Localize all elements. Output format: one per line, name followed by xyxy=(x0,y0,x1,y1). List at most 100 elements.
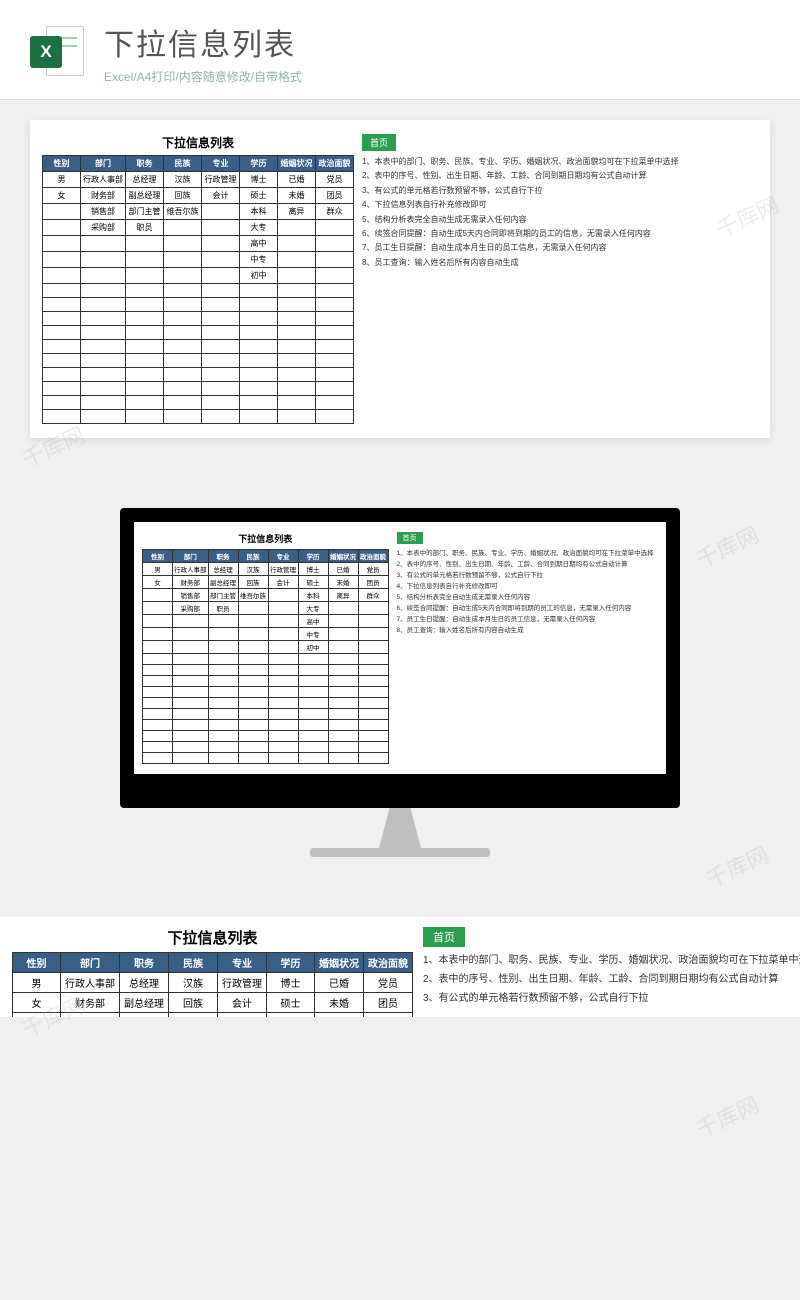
table-cell[interactable]: 大专 xyxy=(298,602,328,615)
home-button[interactable]: 首页 xyxy=(423,927,465,947)
table-cell[interactable] xyxy=(81,354,126,368)
table-cell[interactable] xyxy=(238,615,268,628)
table-cell[interactable] xyxy=(126,326,164,340)
table-cell[interactable] xyxy=(268,731,298,742)
table-cell[interactable]: 会计 xyxy=(202,188,240,204)
table-cell[interactable]: 采购部 xyxy=(173,602,209,615)
table-cell[interactable] xyxy=(81,326,126,340)
table-cell[interactable] xyxy=(278,220,316,236)
table-cell[interactable] xyxy=(143,628,173,641)
table-cell[interactable] xyxy=(298,665,328,676)
table-cell[interactable]: 总经理 xyxy=(208,563,238,576)
table-cell[interactable]: 会计 xyxy=(268,576,298,589)
table-cell[interactable]: 党员 xyxy=(358,563,388,576)
table-cell[interactable] xyxy=(278,284,316,298)
table-cell[interactable] xyxy=(268,742,298,753)
table-cell[interactable] xyxy=(143,654,173,665)
table-cell[interactable] xyxy=(268,589,298,602)
table-cell[interactable]: 群众 xyxy=(358,589,388,602)
table-cell[interactable]: 硕士 xyxy=(240,188,278,204)
table-cell[interactable] xyxy=(143,720,173,731)
table-cell[interactable] xyxy=(143,615,173,628)
table-cell[interactable] xyxy=(240,396,278,410)
table-cell[interactable] xyxy=(43,220,81,236)
table-cell[interactable]: 汉族 xyxy=(164,172,202,188)
table-cell[interactable] xyxy=(316,268,354,284)
table-cell[interactable]: 汉族 xyxy=(238,563,268,576)
table-cell[interactable] xyxy=(358,720,388,731)
table-cell[interactable] xyxy=(43,252,81,268)
table-cell[interactable] xyxy=(328,753,358,764)
table-cell[interactable] xyxy=(328,709,358,720)
table-cell[interactable]: 高中 xyxy=(240,236,278,252)
table-cell[interactable] xyxy=(316,368,354,382)
table-cell[interactable] xyxy=(126,268,164,284)
table-cell[interactable] xyxy=(278,236,316,252)
table-cell[interactable]: 维吾尔族 xyxy=(164,204,202,220)
table-cell[interactable] xyxy=(208,615,238,628)
table-cell[interactable] xyxy=(278,268,316,284)
table-cell[interactable] xyxy=(358,709,388,720)
table-cell[interactable]: 行政管理 xyxy=(202,172,240,188)
table-cell[interactable] xyxy=(208,676,238,687)
table-cell[interactable]: 团员 xyxy=(316,188,354,204)
table-cell[interactable] xyxy=(238,628,268,641)
table-cell[interactable] xyxy=(316,220,354,236)
table-cell[interactable] xyxy=(238,602,268,615)
table-cell[interactable]: 中专 xyxy=(240,252,278,268)
table-cell[interactable] xyxy=(268,641,298,654)
table-cell[interactable] xyxy=(240,284,278,298)
table-cell[interactable] xyxy=(238,641,268,654)
table-cell[interactable]: 女 xyxy=(13,993,61,1013)
table-cell[interactable] xyxy=(316,354,354,368)
table-cell[interactable] xyxy=(143,698,173,709)
table-cell[interactable]: 未婚 xyxy=(328,576,358,589)
table-cell[interactable] xyxy=(143,753,173,764)
table-cell[interactable] xyxy=(278,396,316,410)
table-cell[interactable]: 群众 xyxy=(364,1013,413,1018)
table-cell[interactable] xyxy=(208,753,238,764)
table-cell[interactable]: 离异 xyxy=(315,1013,364,1018)
table-cell[interactable] xyxy=(316,410,354,424)
table-cell[interactable] xyxy=(164,410,202,424)
table-cell[interactable] xyxy=(81,268,126,284)
table-cell[interactable]: 总经理 xyxy=(126,172,164,188)
table-cell[interactable] xyxy=(173,720,209,731)
table-cell[interactable] xyxy=(298,742,328,753)
table-cell[interactable]: 未婚 xyxy=(315,993,364,1013)
table-cell[interactable] xyxy=(43,368,81,382)
table-cell[interactable] xyxy=(358,676,388,687)
table-cell[interactable]: 职员 xyxy=(126,220,164,236)
template-preview-large[interactable]: 下拉信息列表 性别部门职务民族专业学历婚姻状况政治面貌男行政人事部总经理汉族行政… xyxy=(30,120,770,438)
table-cell[interactable]: 离异 xyxy=(278,204,316,220)
table-cell[interactable] xyxy=(328,731,358,742)
table-cell[interactable] xyxy=(81,312,126,326)
table-cell[interactable] xyxy=(126,410,164,424)
table-cell[interactable] xyxy=(81,252,126,268)
table-cell[interactable] xyxy=(81,368,126,382)
table-cell[interactable] xyxy=(202,368,240,382)
table-cell[interactable] xyxy=(316,236,354,252)
table-cell[interactable]: 销售部 xyxy=(173,589,209,602)
table-cell[interactable] xyxy=(202,204,240,220)
table-cell[interactable] xyxy=(173,615,209,628)
table-cell[interactable]: 初中 xyxy=(240,268,278,284)
table-cell[interactable] xyxy=(208,698,238,709)
table-cell[interactable]: 团员 xyxy=(358,576,388,589)
table-cell[interactable]: 维吾尔族 xyxy=(169,1013,218,1018)
table-cell[interactable] xyxy=(328,698,358,709)
table-cell[interactable] xyxy=(240,340,278,354)
table-cell[interactable] xyxy=(358,753,388,764)
table-cell[interactable] xyxy=(43,396,81,410)
table-cell[interactable] xyxy=(238,742,268,753)
table-cell[interactable]: 高中 xyxy=(298,615,328,628)
table-cell[interactable]: 博士 xyxy=(298,563,328,576)
table-cell[interactable] xyxy=(126,284,164,298)
table-cell[interactable] xyxy=(143,665,173,676)
table-cell[interactable] xyxy=(240,354,278,368)
table-cell[interactable]: 部门主管 xyxy=(120,1013,169,1018)
table-cell[interactable] xyxy=(202,298,240,312)
table-cell[interactable] xyxy=(238,654,268,665)
table-cell[interactable]: 维吾尔族 xyxy=(238,589,268,602)
table-cell[interactable] xyxy=(13,1013,61,1018)
